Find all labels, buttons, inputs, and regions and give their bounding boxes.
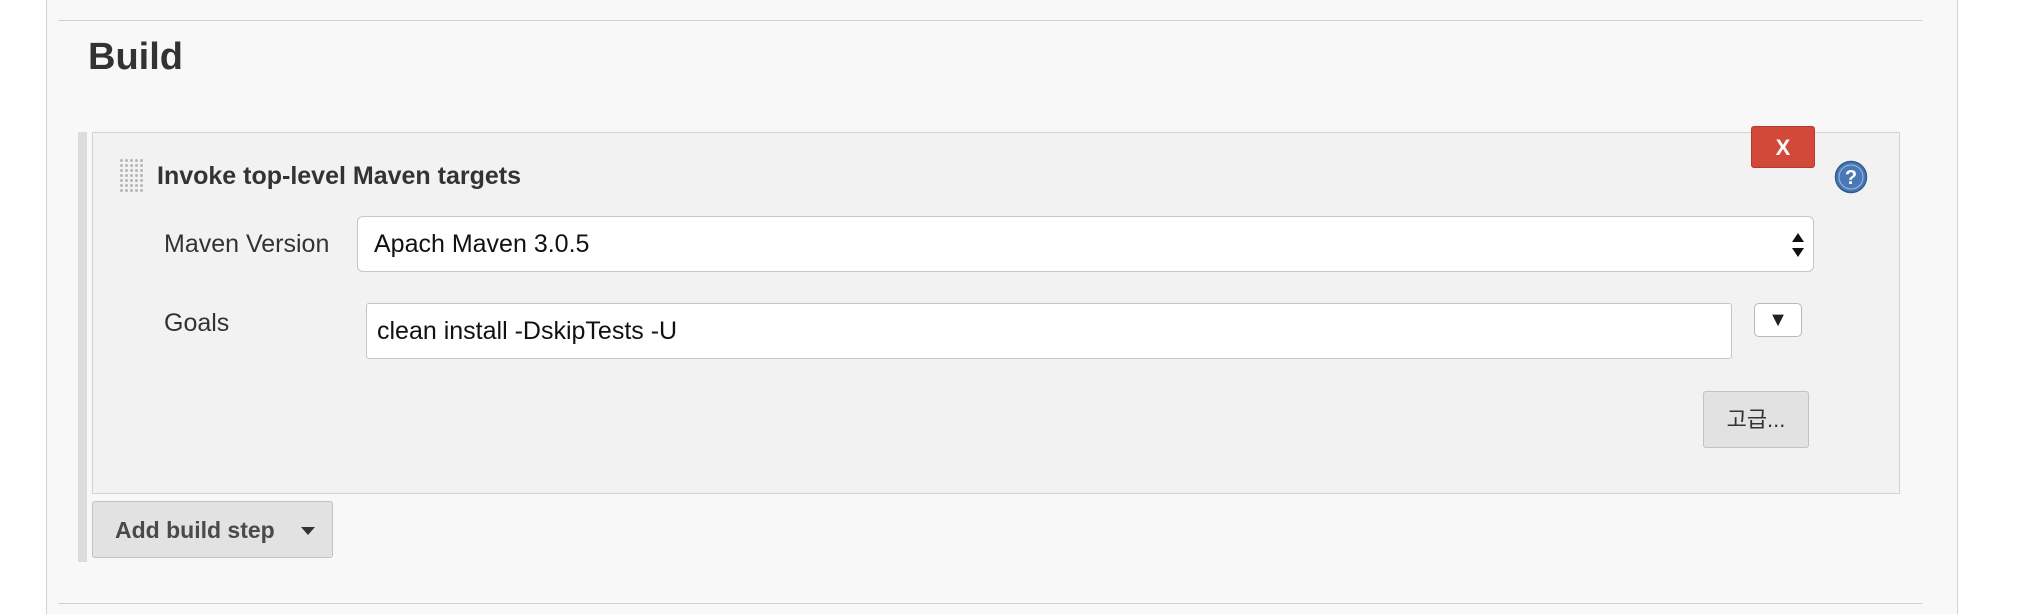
svg-text:?: ?	[1845, 167, 1857, 189]
delete-step-button[interactable]: X	[1751, 126, 1815, 168]
section-divider-top	[58, 20, 1922, 21]
maven-version-selected-value: Apach Maven 3.0.5	[374, 230, 590, 258]
section-divider-bottom	[58, 603, 1922, 604]
caret-down-icon	[301, 527, 315, 535]
goals-label: Goals	[164, 309, 230, 337]
add-build-step-button[interactable]: Add build step	[92, 501, 333, 558]
maven-version-select[interactable]: Apach Maven 3.0.5	[357, 216, 1814, 272]
goals-input[interactable]	[366, 303, 1732, 359]
drag-handle-icon[interactable]	[119, 158, 143, 194]
help-icon[interactable]: ?	[1834, 160, 1868, 194]
build-step-title: Invoke top-level Maven targets	[157, 162, 522, 190]
advanced-button[interactable]: 고급...	[1703, 391, 1809, 448]
build-steps-rail	[78, 132, 87, 562]
add-build-step-label: Add build step	[115, 517, 275, 543]
page: Build Invoke top-level Maven targets X ?…	[0, 0, 2020, 614]
section-title: Build	[88, 36, 183, 78]
maven-version-label: Maven Version	[164, 230, 330, 258]
select-arrows-icon	[1791, 231, 1805, 259]
expand-goals-button[interactable]: ▼	[1754, 303, 1802, 337]
